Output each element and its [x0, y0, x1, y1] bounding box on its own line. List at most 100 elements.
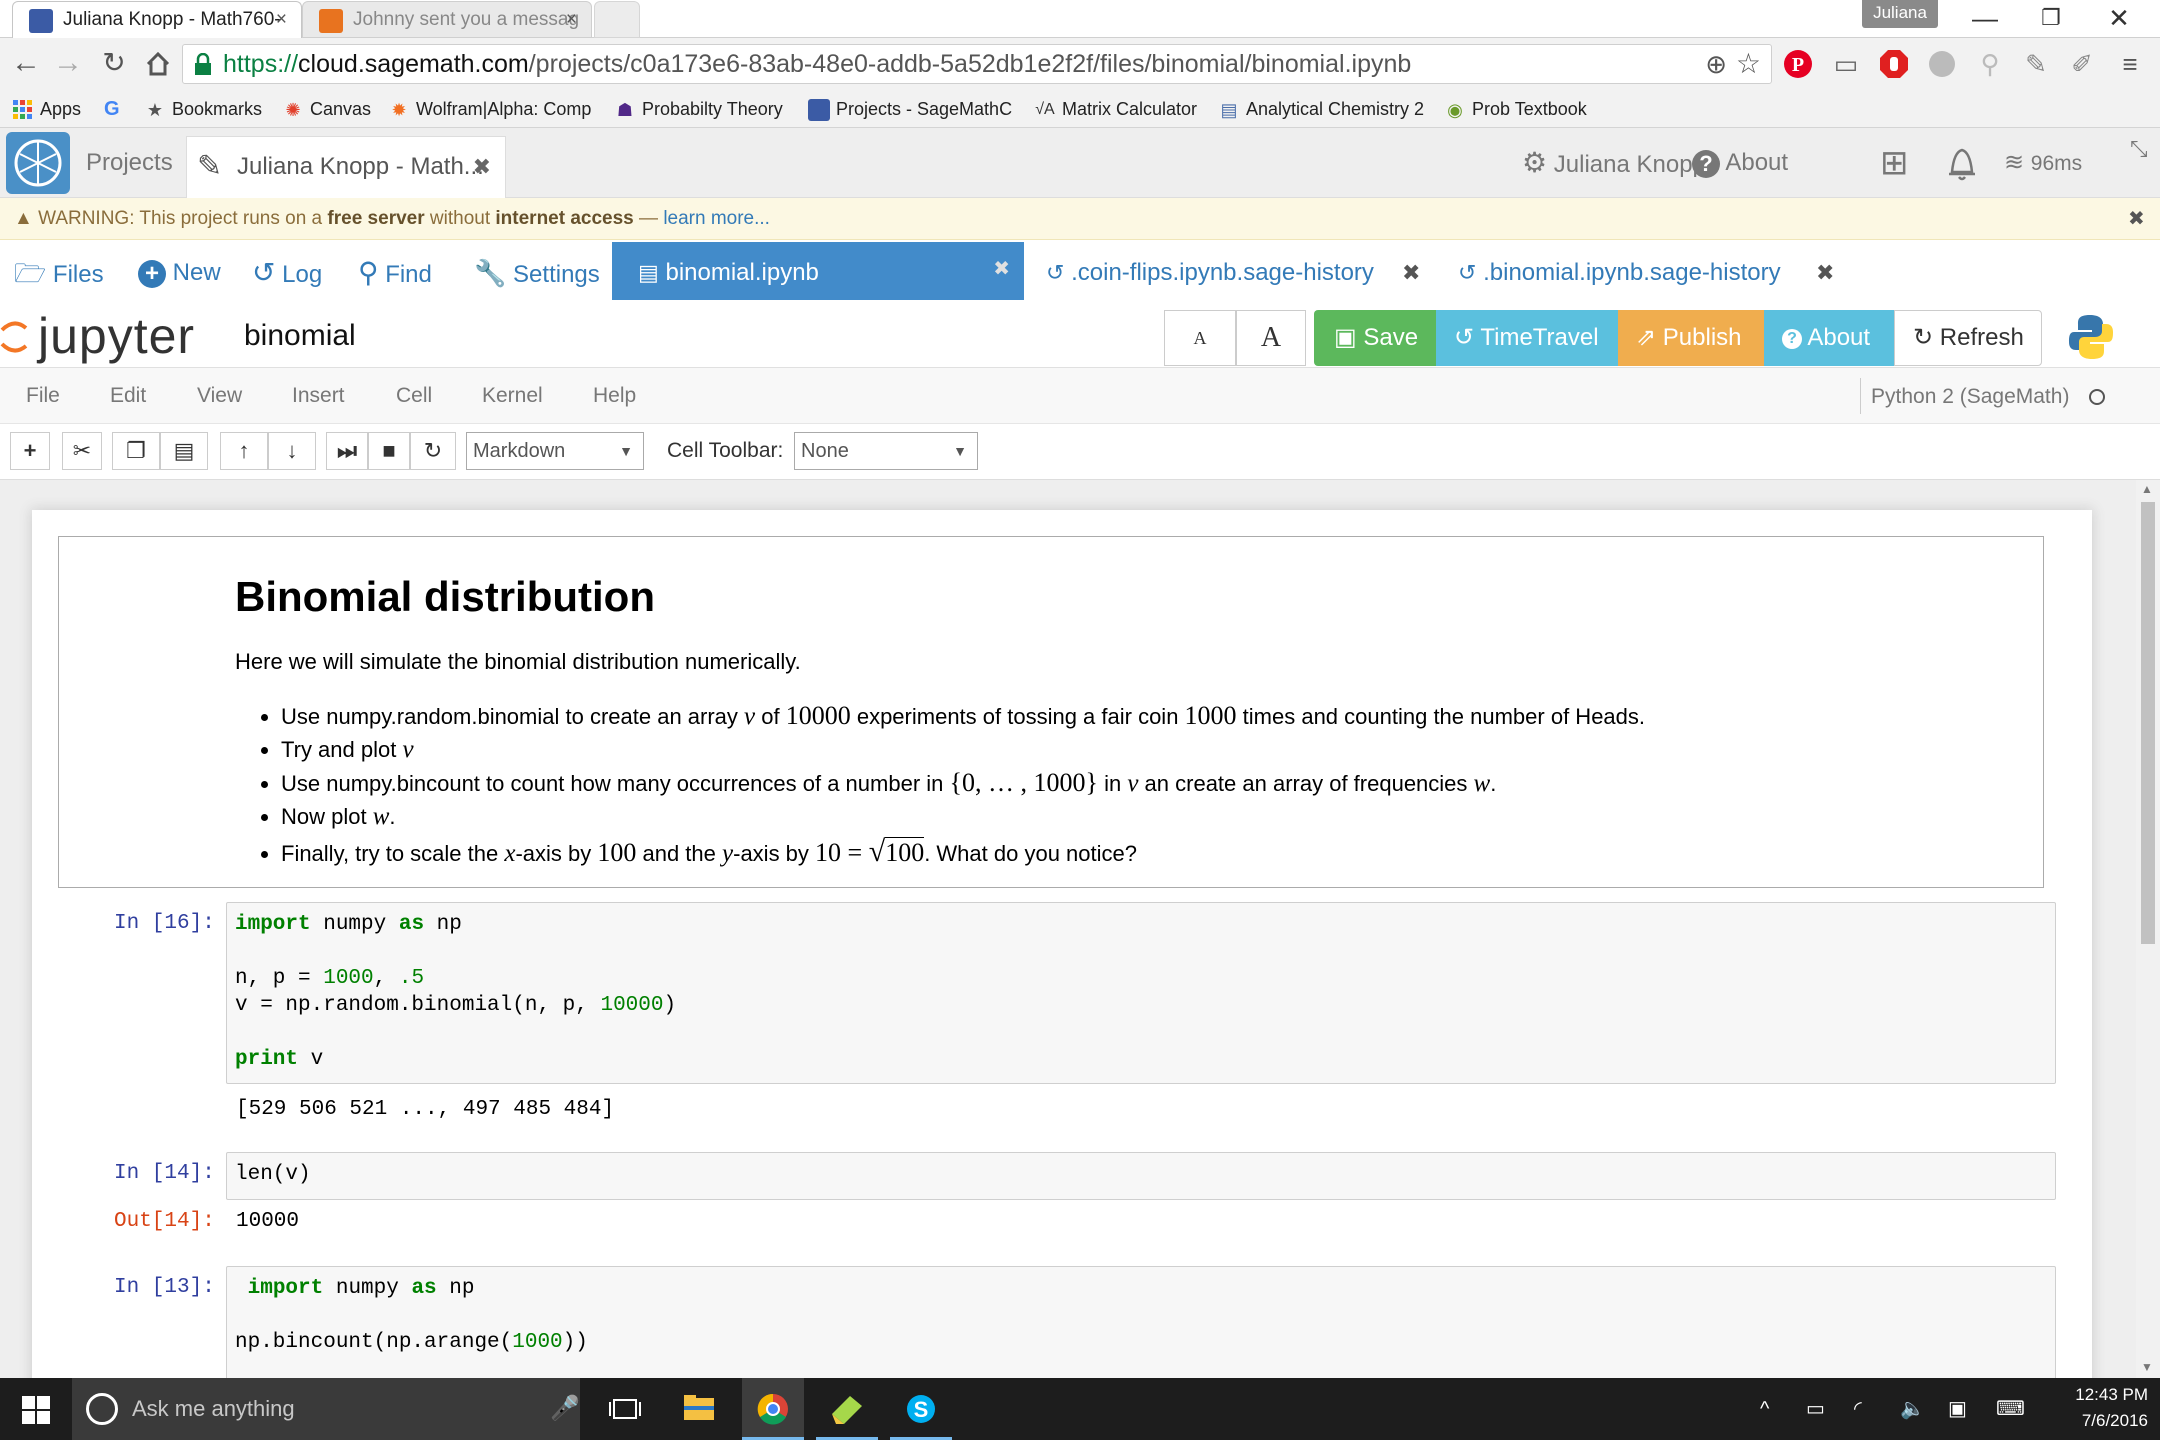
bookmark-analytical[interactable]: ▤ Analytical Chemistry 2	[1216, 90, 1424, 128]
publish-button[interactable]: ⇗ Publish	[1618, 310, 1764, 366]
menu-kernel[interactable]: Kernel	[482, 368, 543, 424]
copy-icon[interactable]: ❐	[112, 432, 160, 470]
cast-icon[interactable]: ▭	[1830, 48, 1862, 80]
menu-insert[interactable]: Insert	[292, 368, 345, 424]
account-link[interactable]: ⚙ Juliana Knopp	[1522, 128, 1706, 198]
bookmark-sagemath[interactable]: Projects - SageMathC	[806, 90, 1012, 128]
project-tab[interactable]: ✎ Juliana Knopp - Math... ✖	[186, 136, 506, 198]
zoom-icon[interactable]: ⊕	[1705, 45, 1727, 83]
taskbar-clock[interactable]: 12:43 PM 7/6/2016	[2048, 1382, 2148, 1434]
bookmark-textbook[interactable]: ◉ Prob Textbook	[1442, 90, 1587, 128]
extension-lock-icon[interactable]: ⚲	[1974, 48, 2006, 80]
minimize-window-button[interactable]: —	[1952, 0, 2018, 38]
kernel-indicator[interactable]: Python 2 (SageMath)	[1860, 378, 2106, 414]
code-cell-editor[interactable]: import numpy as np n, p = 1000, .5 v = n…	[226, 902, 2056, 1084]
close-tab-icon[interactable]: ×	[566, 2, 577, 37]
windows-start-icon[interactable]	[22, 1396, 50, 1424]
scroll-up-icon[interactable]: ▲	[2141, 482, 2153, 496]
close-tab-icon[interactable]: ×	[276, 2, 287, 38]
sagemath-logo-icon[interactable]	[6, 132, 70, 194]
cut-icon[interactable]: ✂	[62, 432, 102, 470]
about-button[interactable]: ? About	[1764, 310, 1894, 366]
close-project-icon[interactable]: ✖	[473, 137, 491, 197]
scroll-down-icon[interactable]: ▼	[2141, 1360, 2153, 1374]
decrease-font-button[interactable]: A	[1164, 310, 1236, 366]
extension-circle-icon[interactable]	[1926, 48, 1958, 80]
menu-cell[interactable]: Cell	[396, 368, 432, 424]
browser-tab-sagemath[interactable]: Juliana Knopp - Math760- ×	[12, 1, 302, 38]
jupyter-logo[interactable]: jupyter	[0, 306, 195, 366]
notes-app-icon[interactable]	[816, 1378, 878, 1440]
restart-kernel-icon[interactable]: ↻	[410, 432, 456, 470]
reload-icon[interactable]: ↻	[96, 46, 132, 82]
bookmark-star-icon[interactable]: ☆	[1736, 45, 1761, 83]
task-view-icon[interactable]	[594, 1378, 656, 1440]
menu-view[interactable]: View	[197, 368, 242, 424]
wifi-tray-icon[interactable]: ◜	[1854, 1396, 1862, 1422]
files-tab[interactable]: 🗁 Files	[14, 240, 104, 300]
stop-icon[interactable]: ■	[368, 432, 410, 470]
paste-icon[interactable]: ▤	[160, 432, 208, 470]
bookmark-matrix[interactable]: √A Matrix Calculator	[1032, 90, 1197, 128]
pen-icon[interactable]: ✎	[2020, 48, 2052, 80]
cell-toolbar-select[interactable]: None ▼	[794, 432, 978, 470]
file-explorer-icon[interactable]	[668, 1378, 730, 1440]
menu-file[interactable]: File	[26, 368, 60, 424]
connection-status[interactable]: ≋ 96ms	[2004, 128, 2082, 198]
file-tab-binomial-history[interactable]: ↺ .binomial.ipynb.sage-history	[1458, 240, 1781, 300]
notebook-name[interactable]: binomial	[244, 312, 356, 360]
about-link[interactable]: ? About	[1692, 128, 1788, 198]
menu-edit[interactable]: Edit	[110, 368, 146, 424]
settings-tab[interactable]: 🔧 Settings	[474, 240, 600, 300]
close-file-tab-icon[interactable]: ✖	[993, 238, 1010, 300]
bell-icon[interactable]	[1944, 128, 1980, 198]
move-down-icon[interactable]: ↓	[268, 432, 316, 470]
dismiss-warning-icon[interactable]: ✖	[2128, 198, 2145, 240]
cell-type-select[interactable]: Markdown ▼	[466, 432, 644, 470]
insert-cell-icon[interactable]: +	[10, 432, 50, 470]
save-button[interactable]: ▣ Save	[1314, 310, 1436, 366]
edit-extension-icon[interactable]: ✐	[2066, 48, 2098, 80]
medkit-icon[interactable]: ⊞	[1880, 128, 1909, 198]
microphone-icon[interactable]: 🎤	[550, 1378, 580, 1440]
scrollbar-thumb[interactable]	[2141, 502, 2155, 944]
cortana-search-box[interactable]: Ask me anything 🎤	[72, 1378, 580, 1440]
close-file-tab-icon[interactable]: ✖	[1402, 240, 1420, 300]
increase-font-button[interactable]: A	[1236, 310, 1306, 366]
projects-link[interactable]: Projects	[86, 128, 173, 198]
address-bar[interactable]: https://cloud.sagemath.com/projects/c0a1…	[182, 44, 1772, 84]
close-window-button[interactable]: ✕	[2086, 0, 2152, 38]
bookmark-canvas[interactable]: ✺ Canvas	[280, 90, 371, 128]
bookmark-google[interactable]: G	[100, 90, 120, 128]
chrome-menu-icon[interactable]: ≡	[2114, 48, 2146, 80]
browser-tab-message[interactable]: Johnny sent you a messag ×	[302, 1, 592, 38]
log-tab[interactable]: ↺ Log	[252, 240, 322, 300]
tray-expand-icon[interactable]: ^	[1760, 1396, 1769, 1422]
bookmark-probability[interactable]: ☗ Probabilty Theory	[612, 90, 783, 128]
back-arrow-icon[interactable]: ←	[8, 46, 44, 82]
adblock-icon[interactable]	[1878, 48, 1910, 80]
volume-muted-icon[interactable]: 🔈	[1900, 1396, 1925, 1422]
file-tab-binomial-ipynb[interactable]: ▤ binomial.ipynb ✖	[612, 242, 1024, 300]
battery-icon[interactable]: ▭	[1806, 1396, 1825, 1422]
skype-icon[interactable]: S	[890, 1378, 952, 1440]
bookmark-wolfram[interactable]: ✹ Wolfram|Alpha: Comp	[386, 90, 591, 128]
fullscreen-icon[interactable]: ⤡	[2130, 114, 2148, 184]
window-user-badge[interactable]: Juliana	[1862, 0, 1938, 28]
bookmark-apps[interactable]: Apps	[10, 90, 81, 128]
new-tab[interactable]: + New	[138, 240, 221, 300]
code-cell-editor[interactable]: len(v)	[226, 1152, 2056, 1200]
bookmark-bookmarks[interactable]: ★ Bookmarks	[142, 90, 262, 128]
file-tab-coin-flips-history[interactable]: ↺ .coin-flips.ipynb.sage-history	[1046, 240, 1374, 300]
keyboard-icon[interactable]: ⌨	[1996, 1396, 2025, 1422]
markdown-cell[interactable]: Binomial distribution Here we will simul…	[58, 536, 2044, 888]
run-cell-icon[interactable]: ⏭	[326, 432, 368, 470]
new-tab-button[interactable]	[594, 1, 640, 38]
home-icon[interactable]	[140, 46, 176, 82]
move-up-icon[interactable]: ↑	[220, 432, 268, 470]
chrome-taskbar-icon[interactable]	[742, 1378, 804, 1440]
refresh-button[interactable]: ↻ Refresh	[1894, 310, 2042, 366]
pinterest-icon[interactable]: P	[1782, 48, 1814, 80]
learn-more-link[interactable]: learn more...	[663, 208, 770, 229]
code-cell-editor[interactable]: import numpy as np np.bincount(np.arange…	[226, 1266, 2056, 1378]
